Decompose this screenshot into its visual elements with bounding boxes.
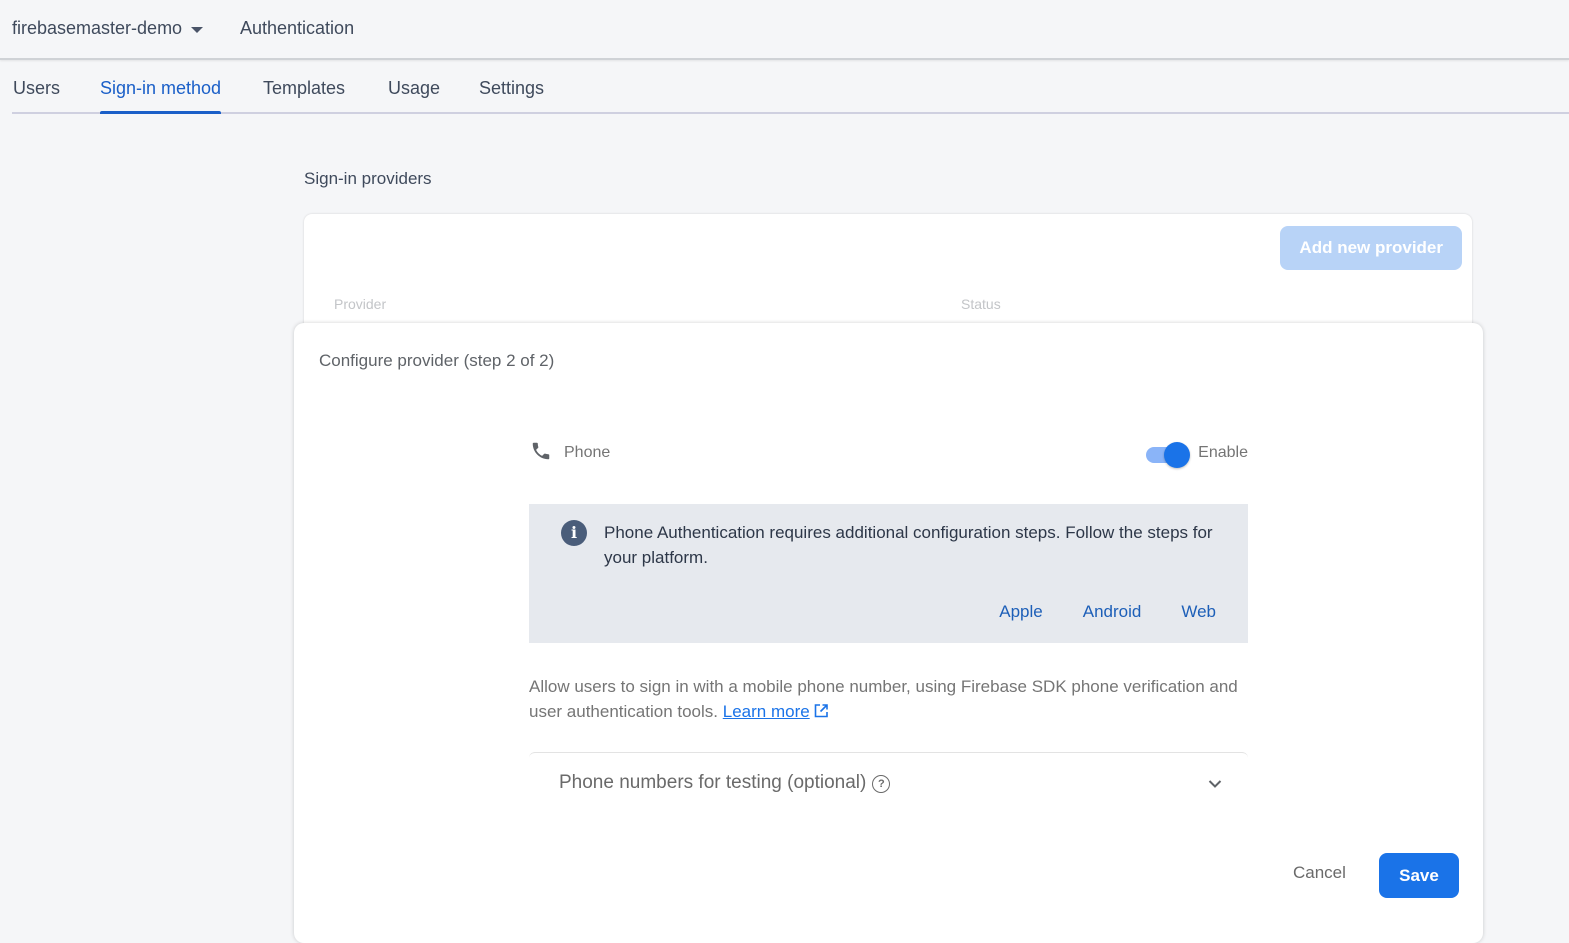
external-link-icon[interactable] (813, 703, 829, 719)
configure-provider-panel: Configure provider (step 2 of 2) Phone E… (294, 323, 1483, 943)
add-new-provider-button[interactable]: Add new provider (1280, 226, 1462, 270)
description-text: Allow users to sign in with a mobile pho… (529, 677, 1238, 721)
enable-label: Enable (1198, 444, 1248, 461)
provider-row: Phone Enable (530, 440, 1248, 470)
save-button[interactable]: Save (1379, 853, 1459, 898)
phone-icon (532, 442, 550, 460)
tab-sign-in-method[interactable]: Sign-in method (100, 78, 222, 114)
project-selector[interactable]: firebasemaster-demo (12, 18, 204, 39)
project-name: firebasemaster-demo (12, 18, 183, 38)
panel-title: Configure provider (step 2 of 2) (319, 351, 555, 370)
web-link[interactable]: Web (1181, 602, 1216, 622)
expander-label: Phone numbers for testing (optional)? (559, 772, 891, 794)
chevron-down-icon[interactable] (1208, 779, 1222, 789)
android-link[interactable]: Android (1083, 602, 1142, 622)
info-banner: i Phone Authentication requires addition… (529, 504, 1248, 643)
column-header-provider: Provider (334, 296, 387, 312)
tab-templates[interactable]: Templates (263, 78, 345, 99)
top-bar: firebasemaster-demo Authentication (0, 0, 1569, 60)
help-icon[interactable]: ? (872, 775, 891, 793)
provider-description: Allow users to sign in with a mobile pho… (529, 674, 1249, 724)
tab-users[interactable]: Users (13, 78, 60, 99)
provider-name: Phone (564, 444, 611, 461)
info-icon: i (561, 520, 587, 546)
apple-link[interactable]: Apple (999, 602, 1042, 622)
product-title: Authentication (240, 18, 355, 38)
info-text: Phone Authentication requires additional… (604, 523, 1213, 567)
tab-settings[interactable]: Settings (479, 78, 544, 99)
tab-bar: Users Sign-in method Templates Usage Set… (12, 60, 1569, 114)
dropdown-caret-icon (191, 26, 204, 33)
column-header-status: Status (961, 296, 1001, 312)
learn-more-link[interactable]: Learn more (723, 702, 810, 721)
cancel-button[interactable]: Cancel (1281, 855, 1358, 891)
tab-usage[interactable]: Usage (388, 78, 440, 99)
test-phone-numbers-expander[interactable]: Phone numbers for testing (optional)? (529, 752, 1248, 817)
platform-links: Apple Android Web (999, 602, 1216, 622)
expander-label-text: Phone numbers for testing (optional) (559, 772, 867, 793)
enable-toggle[interactable] (1144, 442, 1190, 468)
toggle-knob (1164, 442, 1190, 468)
section-title: Sign-in providers (304, 169, 432, 188)
